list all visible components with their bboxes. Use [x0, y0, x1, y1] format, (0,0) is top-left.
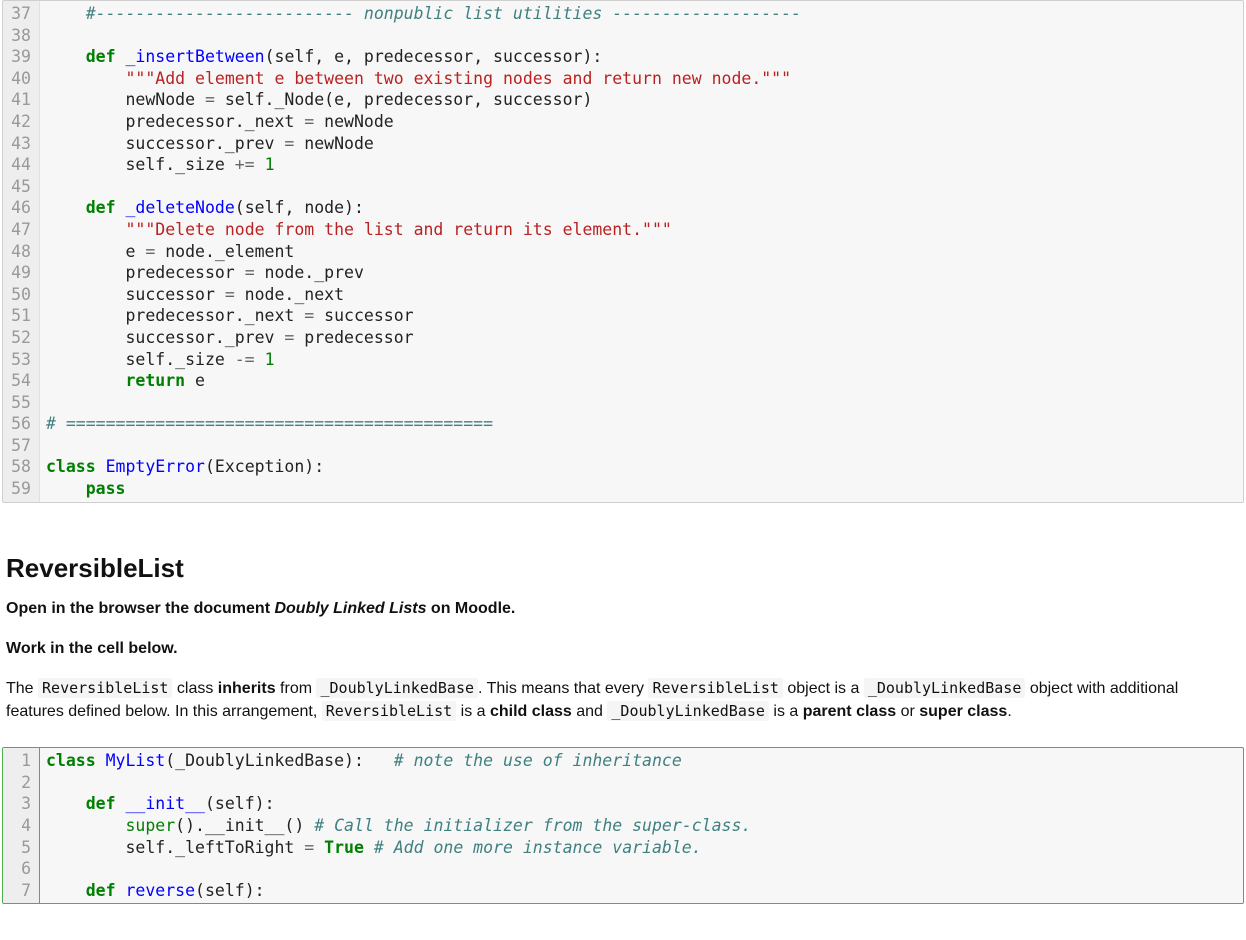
- paragraph-work-below: Work in the cell below.: [6, 638, 1240, 660]
- paragraph-open-doc: Open in the browser the document Doubly …: [6, 598, 1240, 620]
- paragraph-inheritance: The ReversibleList class inherits from _…: [6, 678, 1240, 723]
- line-gutter: 1234567: [3, 748, 40, 903]
- code-area[interactable]: #-------------------------- nonpublic li…: [40, 1, 1243, 502]
- code-cell-2-selected[interactable]: 1234567 class MyList(_DoublyLinkedBase):…: [2, 747, 1244, 904]
- section-heading: ReversibleList: [6, 553, 1240, 584]
- code-cell-1[interactable]: 3738394041424344454647484950515253545556…: [2, 0, 1244, 503]
- markdown-cell: ReversibleList Open in the browser the d…: [0, 503, 1246, 748]
- line-gutter: 3738394041424344454647484950515253545556…: [3, 1, 40, 502]
- notebook-page: 3738394041424344454647484950515253545556…: [0, 0, 1246, 904]
- code-area[interactable]: class MyList(_DoublyLinkedBase): # note …: [40, 748, 1243, 903]
